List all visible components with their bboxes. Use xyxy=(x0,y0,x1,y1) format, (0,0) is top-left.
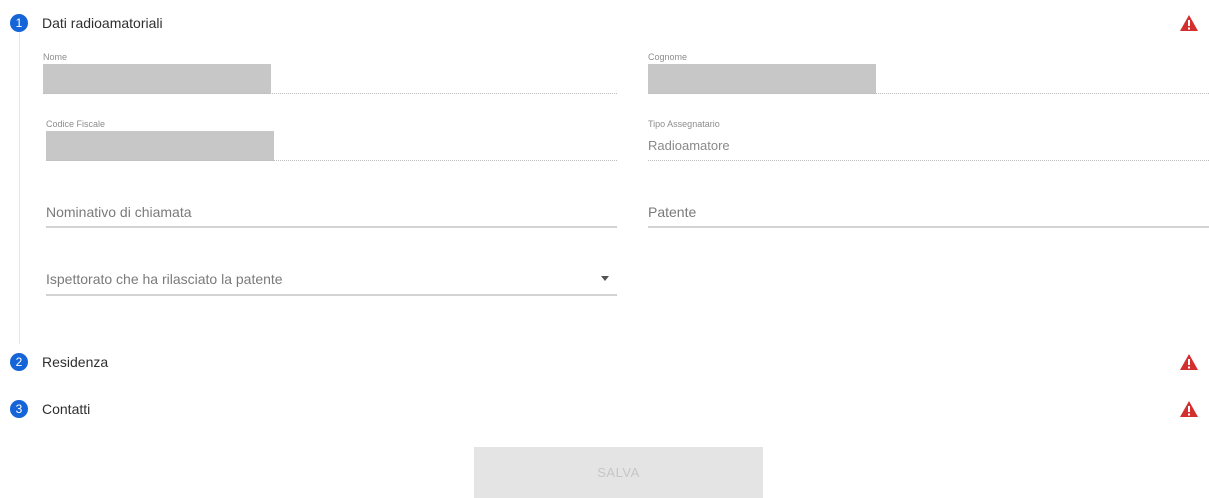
cognome-field[interactable]: Cognome xyxy=(648,52,1209,94)
chevron-down-icon[interactable] xyxy=(601,276,609,281)
step-3-number: 3 xyxy=(10,400,28,418)
tipo-assegnatario-underline xyxy=(648,160,1209,161)
step-1-header[interactable]: 1 Dati radioamatoriali xyxy=(10,12,1199,34)
ispettorato-underline xyxy=(46,294,617,296)
nome-label: Nome xyxy=(43,52,68,62)
nominativo-placeholder: Nominativo di chiamata xyxy=(46,204,192,220)
cognome-label: Cognome xyxy=(648,52,688,62)
tipo-assegnatario-value: Radioamatore xyxy=(648,138,730,153)
step-2-header[interactable]: 2 Residenza xyxy=(10,351,1199,373)
step-3-header[interactable]: 3 Contatti xyxy=(10,398,1199,420)
step-connector-line xyxy=(19,32,20,344)
warning-triangle-icon xyxy=(1180,401,1198,417)
step-1-title[interactable]: Dati radioamatoriali xyxy=(42,15,163,31)
nominativo-input[interactable]: Nominativo di chiamata xyxy=(46,198,617,228)
step-2-title[interactable]: Residenza xyxy=(42,354,108,370)
codice-fiscale-underline xyxy=(46,160,617,161)
tipo-assegnatario-field: Tipo Assegnatario Radioamatore xyxy=(648,119,1209,161)
codice-fiscale-field[interactable]: Codice Fiscale xyxy=(46,119,617,161)
nome-field[interactable]: Nome xyxy=(43,52,617,94)
warning-triangle-icon xyxy=(1180,15,1198,31)
nominativo-underline xyxy=(46,226,617,228)
cognome-value-redacted xyxy=(648,64,876,94)
warning-triangle-icon xyxy=(1180,354,1198,370)
codice-fiscale-value-redacted xyxy=(46,131,274,161)
codice-fiscale-label: Codice Fiscale xyxy=(46,119,106,129)
patente-placeholder: Patente xyxy=(648,204,697,220)
cognome-underline xyxy=(648,93,1209,94)
step-2-number: 2 xyxy=(10,353,28,371)
step-3-title[interactable]: Contatti xyxy=(42,401,90,417)
ispettorato-placeholder: Ispettorato che ha rilasciato la patente xyxy=(46,271,283,287)
save-button[interactable]: SALVA xyxy=(474,447,763,498)
patente-underline xyxy=(648,226,1209,228)
step-1-number: 1 xyxy=(10,14,28,32)
nome-underline xyxy=(43,93,617,94)
nome-value-redacted xyxy=(43,64,271,94)
ispettorato-select[interactable]: Ispettorato che ha rilasciato la patente xyxy=(46,264,617,296)
tipo-assegnatario-label: Tipo Assegnatario xyxy=(648,119,720,129)
patente-input[interactable]: Patente xyxy=(648,198,1209,228)
